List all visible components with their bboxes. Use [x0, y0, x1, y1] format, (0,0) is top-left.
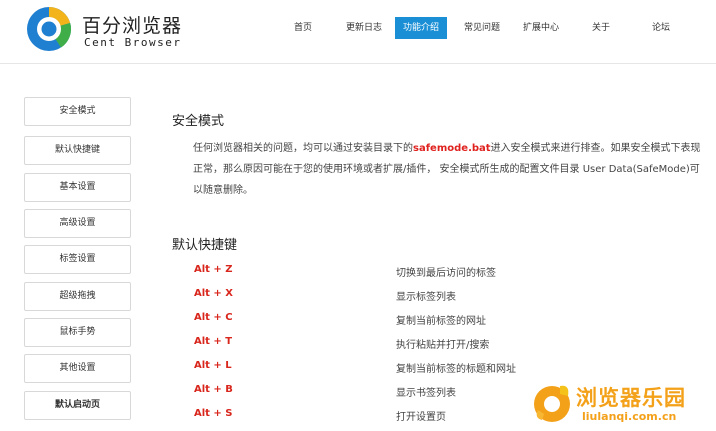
- safe-mode-title: 安全模式: [172, 114, 225, 129]
- nav-extensions[interactable]: 扩展中心: [523, 17, 559, 39]
- nav-features[interactable]: 功能介绍: [395, 17, 448, 39]
- safe-mode-text-before: 任何浏览器相关的问题，均可以通过安装目录下的: [193, 143, 413, 154]
- nav-home[interactable]: 首页: [294, 17, 312, 39]
- nav-changelog[interactable]: 更新日志: [346, 17, 382, 39]
- shortcut-key: Alt + S: [194, 408, 233, 419]
- nav-about[interactable]: 关于: [592, 17, 610, 39]
- shortcut-key: Alt + L: [194, 360, 232, 371]
- shortcuts-title: 默认快捷键: [172, 238, 238, 253]
- sidebar-item-startup-page[interactable]: 默认启动页: [24, 391, 131, 420]
- shortcut-desc: 显示标签列表: [396, 292, 456, 303]
- sidebar-item-mouse-gestures[interactable]: 鼠标手势: [24, 318, 131, 347]
- shortcut-desc: 执行粘贴并打开/搜索: [396, 340, 490, 351]
- shortcut-row: Alt + L 复制当前标签的标题和网址: [172, 360, 702, 380]
- watermark-title-cn: 浏览器乐园: [576, 385, 686, 410]
- shortcut-key: Alt + C: [194, 312, 233, 323]
- main-nav: 首页 更新日志 功能介绍 常见问题 扩展中心 关于 论坛: [0, 17, 716, 39]
- sidebar-item-other-settings[interactable]: 其他设置: [24, 354, 131, 383]
- shortcut-row: Alt + Z 切换到最后访问的标签: [172, 264, 702, 284]
- sidebar-item-safe-mode[interactable]: 安全模式: [24, 97, 131, 126]
- shortcut-key: Alt + T: [194, 336, 233, 347]
- watermark-logo-icon: [534, 385, 570, 422]
- nav-faq[interactable]: 常见问题: [464, 17, 500, 39]
- shortcut-desc: 复制当前标签的网址: [396, 316, 486, 327]
- sidebar-item-basic-settings[interactable]: 基本设置: [24, 173, 131, 202]
- shortcut-row: Alt + T 执行粘贴并打开/搜索: [172, 336, 702, 356]
- site-watermark: 浏览器乐园 liulanqi.com.cn: [530, 380, 716, 431]
- sidebar-item-shortcuts[interactable]: 默认快捷键: [24, 136, 131, 165]
- sidebar-item-tab-settings[interactable]: 标签设置: [24, 245, 131, 274]
- shortcut-key: Alt + B: [194, 384, 233, 395]
- shortcut-desc: 切换到最后访问的标签: [396, 268, 496, 279]
- shortcut-row: Alt + X 显示标签列表: [172, 288, 702, 308]
- sidebar-item-super-drag[interactable]: 超级拖拽: [24, 282, 131, 311]
- shortcut-desc: 打开设置页: [396, 412, 446, 423]
- safemode-bat-highlight: safemode.bat: [413, 143, 491, 154]
- site-header: 百分浏览器 Cent Browser 首页 更新日志 功能介绍 常见问题 扩展中…: [0, 0, 716, 64]
- watermark-url: liulanqi.com.cn: [582, 410, 677, 423]
- shortcut-key: Alt + Z: [194, 264, 233, 275]
- sidebar-item-advanced-settings[interactable]: 高级设置: [24, 209, 131, 238]
- shortcut-row: Alt + C 复制当前标签的网址: [172, 312, 702, 332]
- shortcut-desc: 显示书签列表: [396, 388, 456, 399]
- shortcut-key: Alt + X: [194, 288, 233, 299]
- shortcut-desc: 复制当前标签的标题和网址: [396, 364, 516, 375]
- nav-forum[interactable]: 论坛: [652, 17, 670, 39]
- safe-mode-description: 任何浏览器相关的问题，均可以通过安装目录下的safemode.bat进入安全模式…: [193, 138, 701, 201]
